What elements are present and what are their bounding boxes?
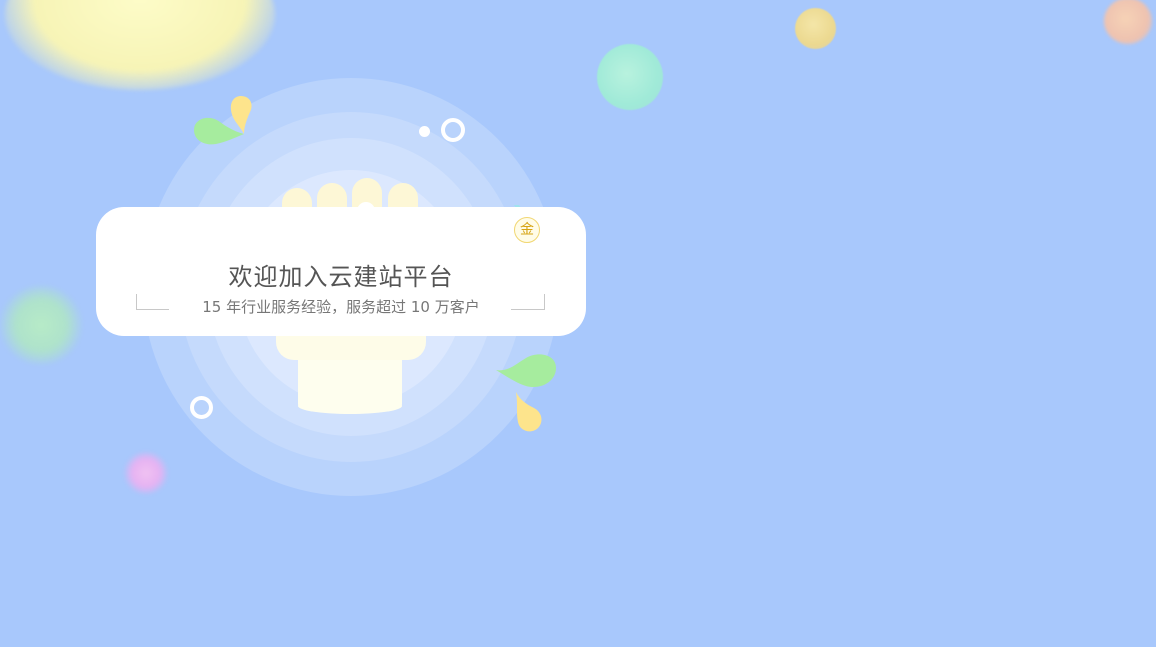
mint-bubble bbox=[597, 44, 663, 110]
card-subtitle: 15 年行业服务经验，服务超过 10 万客户 bbox=[202, 298, 480, 316]
gold-bubble bbox=[795, 8, 836, 49]
card-title: 欢迎加入云建站平台 bbox=[228, 263, 454, 291]
green-bubble bbox=[0, 286, 82, 364]
welcome-card: 欢迎加入云建站平台 15 年行业服务经验，服务超过 10 万客户 bbox=[96, 207, 586, 336]
sun-blob bbox=[5, 0, 275, 90]
dot-icon bbox=[419, 126, 430, 137]
drop-icon bbox=[516, 392, 542, 432]
ring-icon bbox=[190, 396, 213, 419]
welcome-stage: 欢迎加入云建站平台 15 年行业服务经验，服务超过 10 万客户 金 bbox=[0, 0, 1156, 647]
peach-bubble bbox=[1104, 0, 1152, 44]
ring-icon bbox=[441, 118, 465, 142]
leaf-icon bbox=[496, 354, 556, 388]
gold-medal-icon: 金 bbox=[514, 217, 540, 243]
drop-icon bbox=[230, 96, 252, 134]
